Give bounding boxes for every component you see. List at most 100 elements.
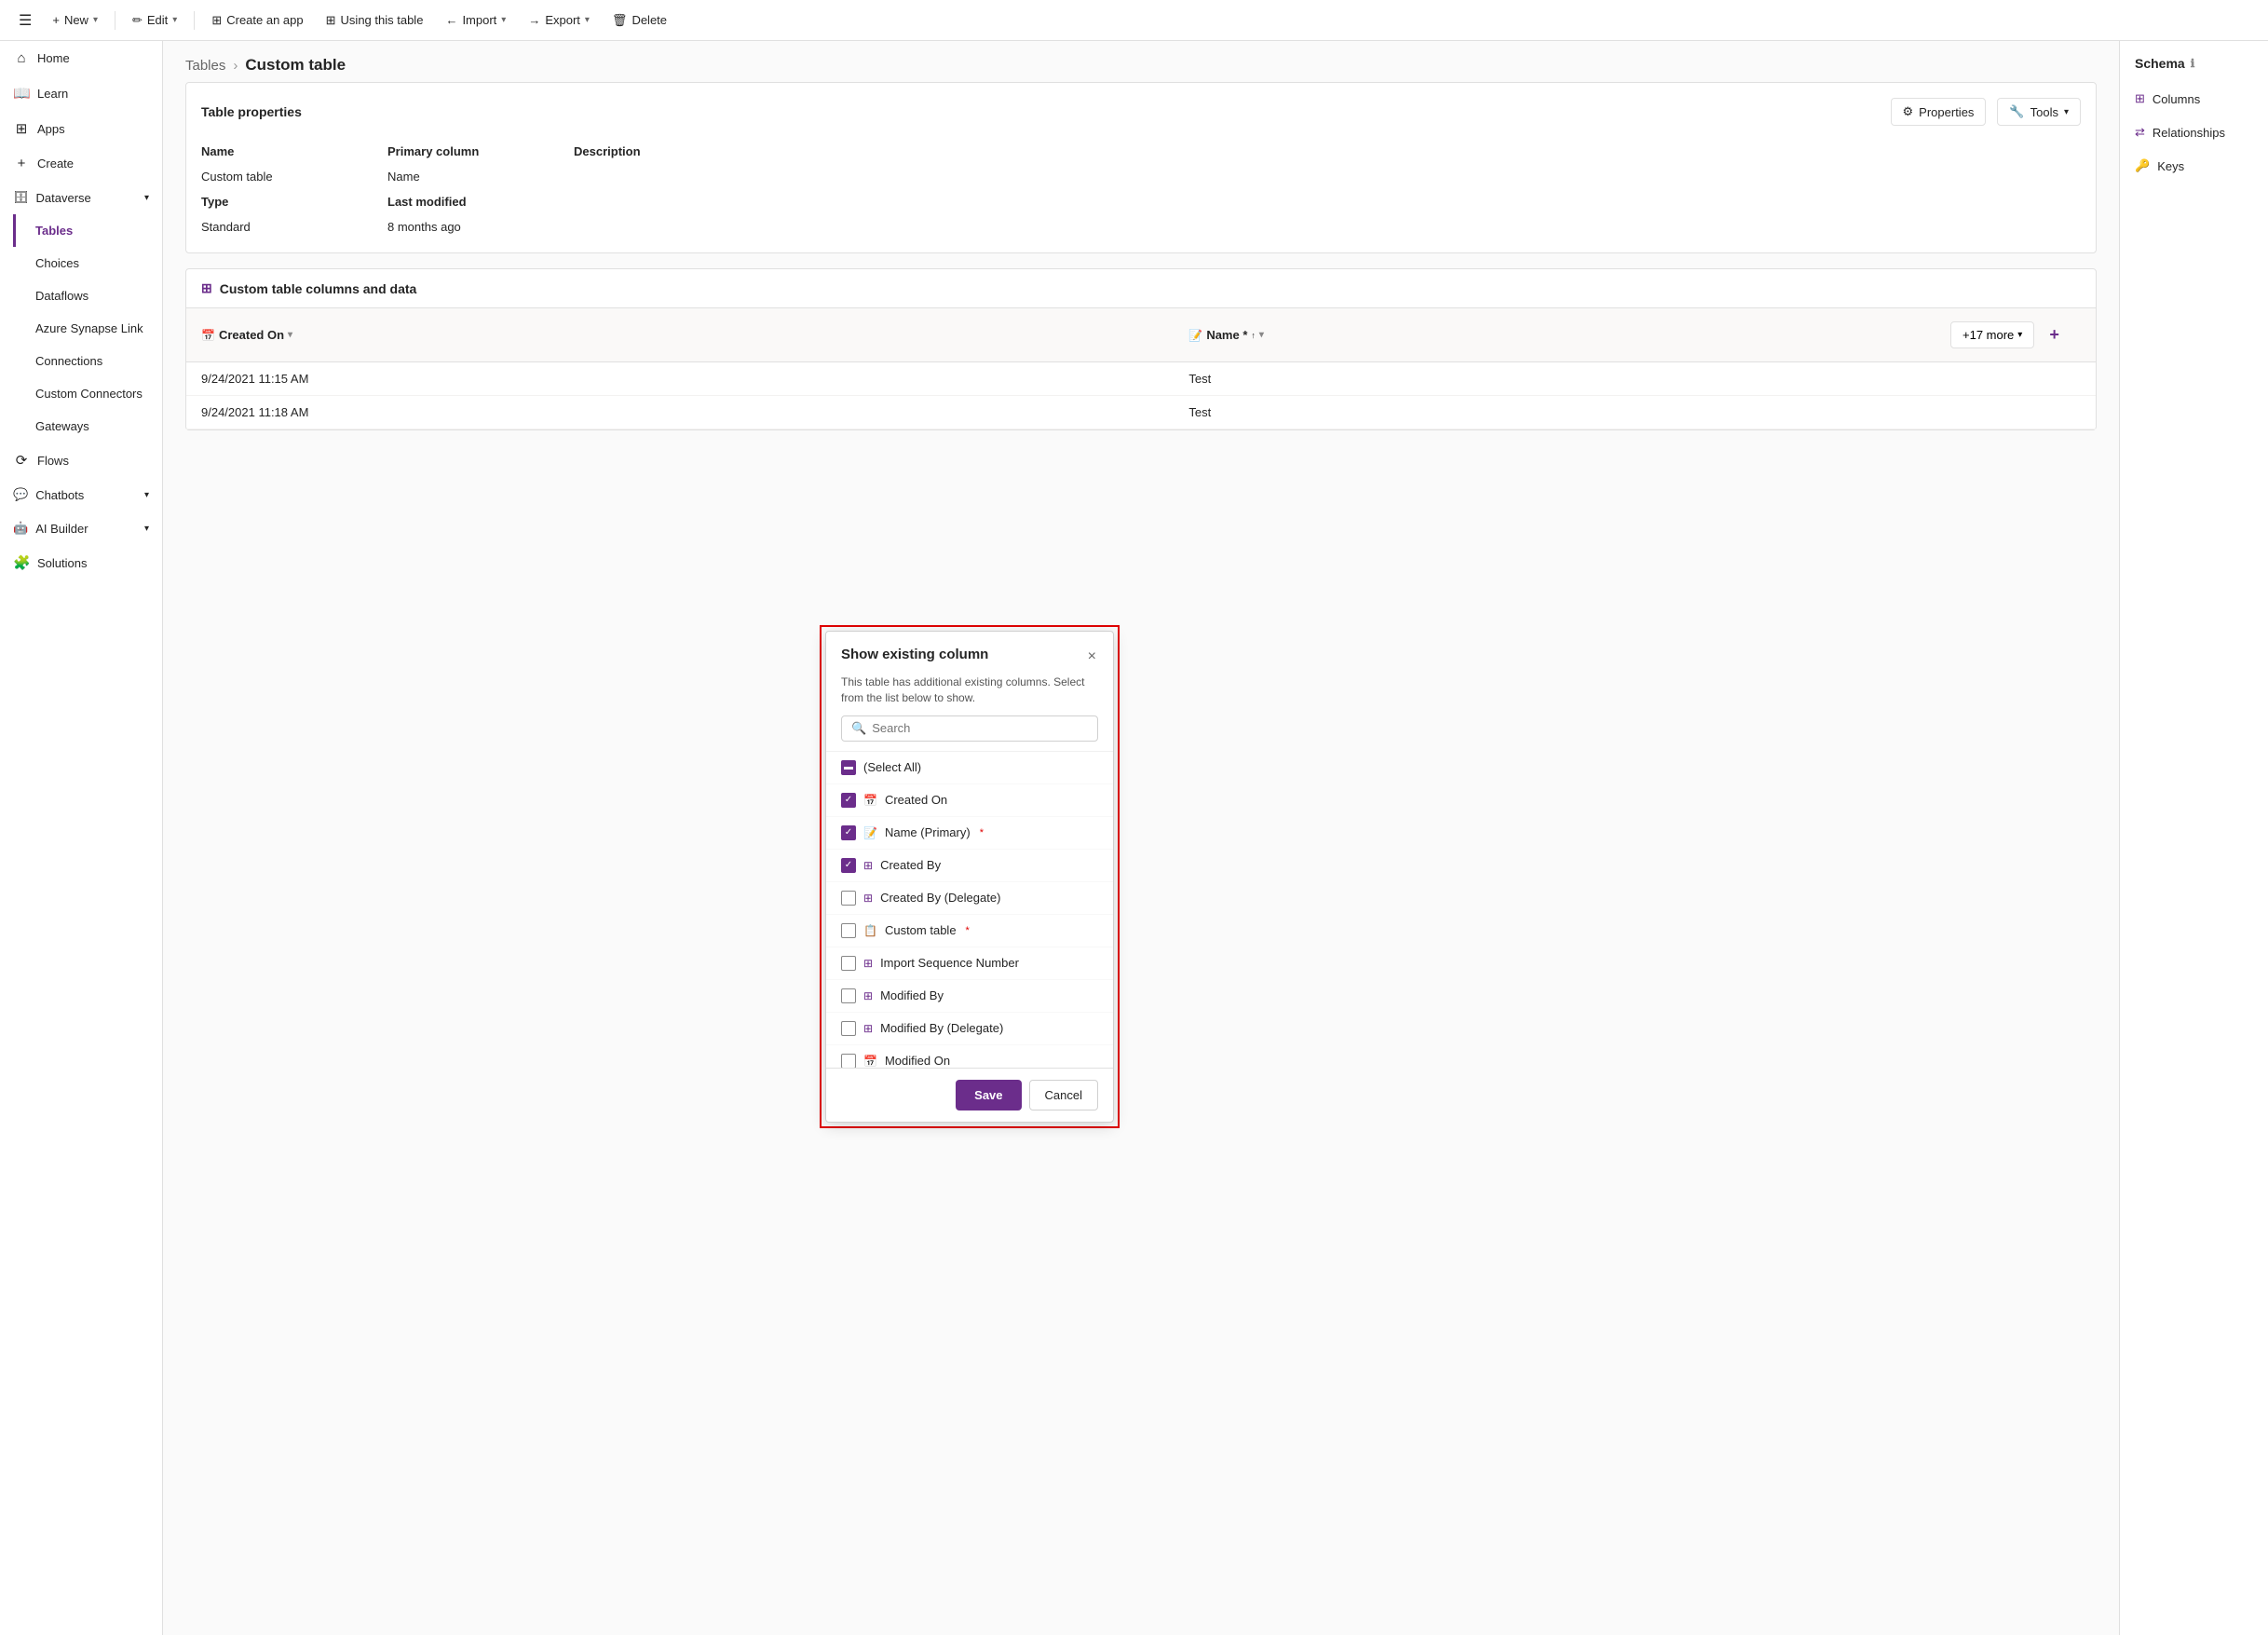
list-item-created-on[interactable]: ✓ 📅 Created On — [826, 784, 1113, 817]
list-item-custom-table[interactable]: 📋 Custom table * — [826, 915, 1113, 947]
dialog-close-button[interactable]: × — [1086, 647, 1098, 667]
checkbox-mark: ▬ — [844, 762, 853, 772]
delete-button[interactable]: 🗑 Delete — [603, 8, 676, 33]
add-column-button[interactable]: + — [2038, 318, 2071, 352]
ai-builder-chevron-icon: ▾ — [144, 524, 149, 534]
item-label: Created On — [885, 793, 947, 807]
sidebar-item-flows[interactable]: ⟳ Flows — [0, 443, 162, 478]
more-columns-button[interactable]: +17 more ▾ — [1950, 321, 2034, 348]
prop-name-label: Name — [201, 141, 387, 162]
name-sort-up-icon: ↑ — [1251, 331, 1256, 340]
sidebar-item-tables[interactable]: Tables — [13, 214, 162, 247]
data-table: 📅 Created On ▾ 📝 Name * ↑ — [186, 308, 2096, 429]
tools-chevron-icon: ▾ — [2064, 107, 2069, 117]
tools-icon: 🔧 — [2009, 104, 2024, 119]
export-button[interactable]: → Export ▾ — [519, 8, 599, 32]
save-button[interactable]: Save — [956, 1080, 1021, 1110]
edit-button[interactable]: ✏ Edit ▾ — [123, 8, 186, 33]
show-existing-column-dialog-container: Show existing column × This table has ad… — [820, 625, 1120, 1128]
checkbox-mark: ✓ — [845, 795, 852, 805]
sidebar-item-gateways[interactable]: Gateways — [13, 410, 162, 443]
dialog-title: Show existing column — [841, 647, 988, 662]
breadcrumb-parent[interactable]: Tables — [185, 58, 225, 74]
list-item-modified-by[interactable]: ⊞ Modified By — [826, 980, 1113, 1013]
sidebar-item-create[interactable]: + Create — [0, 146, 162, 181]
data-section-title: Custom table columns and data — [220, 281, 417, 296]
cell-created-on-2: 9/24/2021 11:18 AM — [186, 396, 1174, 429]
sidebar-item-label: Tables — [35, 224, 73, 238]
data-section: ⊞ Custom table columns and data 📅 Create… — [185, 268, 2097, 430]
schema-item-columns[interactable]: ⊞ Columns — [2120, 82, 2268, 116]
sort-icon: ▾ — [288, 330, 292, 340]
list-item-created-by[interactable]: ✓ ⊞ Created By — [826, 850, 1113, 882]
schema-panel: Schema ℹ ⊞ Columns ⇄ Relationships 🔑 Key… — [2119, 41, 2268, 1635]
edit-chevron-icon: ▾ — [172, 15, 177, 25]
item-label: (Select All) — [863, 760, 921, 774]
hamburger-icon[interactable]: ☰ — [11, 4, 39, 37]
sidebar-item-label: Flows — [37, 454, 69, 468]
more-chevron-icon: ▾ — [2017, 330, 2022, 340]
checkbox-created-by[interactable]: ✓ — [841, 858, 856, 873]
sidebar: ⌂ Home 📖 Learn ⊞ Apps + Create 🗄 Dataver… — [0, 41, 163, 1635]
tools-button[interactable]: 🔧 Tools ▾ — [1997, 98, 2081, 126]
created-by-icon: ⊞ — [863, 859, 873, 872]
sidebar-item-connections[interactable]: Connections — [13, 345, 162, 377]
table-properties-card: Table properties ⚙ Properties 🔧 Tools ▾ … — [185, 82, 2097, 253]
main-content: Tables › Custom table Table properties ⚙… — [163, 41, 2119, 1635]
col-label-created-on: Created On — [219, 328, 284, 342]
prop-primary-col-value: Name — [387, 166, 574, 187]
toolbar-separator-2 — [194, 11, 195, 30]
name-col-icon: 📝 — [1188, 329, 1202, 342]
checkbox-import-seq[interactable] — [841, 956, 856, 971]
checkbox-modified-on[interactable] — [841, 1054, 856, 1068]
sidebar-item-label: Dataverse — [36, 191, 91, 205]
checkbox-modified-by-delegate[interactable] — [841, 1021, 856, 1036]
list-item-select-all[interactable]: ▬ (Select All) — [826, 752, 1113, 784]
checkbox-modified-by[interactable] — [841, 988, 856, 1003]
import-button[interactable]: ← Import ▾ — [436, 8, 515, 32]
sidebar-item-label: Dataflows — [35, 289, 88, 303]
sidebar-item-solutions[interactable]: 🧩 Solutions — [0, 545, 162, 580]
list-item-name-primary[interactable]: ✓ 📝 Name (Primary) * — [826, 817, 1113, 850]
list-item-modified-by-delegate[interactable]: ⊞ Modified By (Delegate) — [826, 1013, 1113, 1045]
list-item-import-seq[interactable]: ⊞ Import Sequence Number — [826, 947, 1113, 980]
checkbox-created-by-delegate[interactable] — [841, 891, 856, 906]
table-row: 9/24/2021 11:18 AM Test — [186, 396, 2096, 429]
sidebar-item-azure-synapse[interactable]: Azure Synapse Link — [13, 312, 162, 345]
schema-item-relationships[interactable]: ⇄ Relationships — [2120, 116, 2268, 149]
checkbox-created-on[interactable]: ✓ — [841, 793, 856, 808]
sidebar-item-apps[interactable]: ⊞ Apps — [0, 111, 162, 146]
new-button[interactable]: + New ▾ — [43, 8, 107, 32]
schema-item-keys[interactable]: 🔑 Keys — [2120, 149, 2268, 183]
dataverse-icon: 🗄 — [13, 190, 29, 205]
prop-type-label: Type — [201, 191, 387, 212]
using-this-table-button[interactable]: ⊞ Using this table — [317, 8, 433, 33]
prop-type-value: Standard — [201, 216, 387, 238]
col-header-created-on[interactable]: 📅 Created On ▾ — [186, 308, 1174, 362]
item-label: Created By — [880, 858, 941, 872]
created-on-icon: 📅 — [863, 794, 877, 807]
cancel-button[interactable]: Cancel — [1029, 1080, 1098, 1110]
sidebar-item-dataverse[interactable]: 🗄 Dataverse ▾ — [0, 181, 162, 214]
export-icon: → — [528, 13, 540, 27]
checkbox-name-primary[interactable]: ✓ — [841, 825, 856, 840]
sidebar-item-chatbots[interactable]: 💬 Chatbots ▾ — [0, 478, 162, 511]
sidebar-item-learn[interactable]: 📖 Learn — [0, 75, 162, 111]
create-app-button[interactable]: ⊞ Create an app — [202, 8, 312, 33]
checkbox-select-all[interactable]: ▬ — [841, 760, 856, 775]
sidebar-item-choices[interactable]: Choices — [13, 247, 162, 279]
list-item-modified-on[interactable]: 📅 Modified On — [826, 1045, 1113, 1068]
sidebar-item-home[interactable]: ⌂ Home — [0, 41, 162, 75]
list-item-created-by-delegate[interactable]: ⊞ Created By (Delegate) — [826, 882, 1113, 915]
search-input[interactable] — [872, 721, 1088, 735]
prop-description-label: Description — [574, 141, 2081, 162]
item-label: Created By (Delegate) — [880, 891, 1000, 905]
properties-grid: Name Primary column Description Custom t… — [201, 141, 2081, 238]
col-header-name[interactable]: 📝 Name * ↑ ▾ — [1174, 308, 1928, 362]
custom-table-icon: 📋 — [863, 924, 877, 937]
properties-button[interactable]: ⚙ Properties — [1891, 98, 1987, 126]
sidebar-item-dataflows[interactable]: Dataflows — [13, 279, 162, 312]
sidebar-item-ai-builder[interactable]: 🤖 AI Builder ▾ — [0, 511, 162, 545]
sidebar-item-custom-connectors[interactable]: Custom Connectors — [13, 377, 162, 410]
checkbox-custom-table[interactable] — [841, 923, 856, 938]
